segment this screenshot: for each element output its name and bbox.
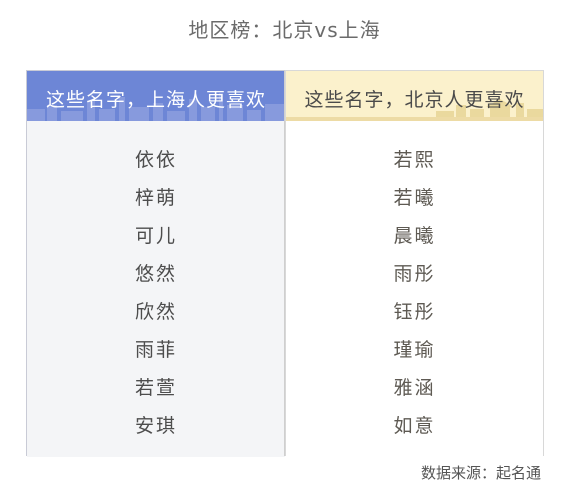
list-item: 欣然 (134, 301, 177, 323)
shanghai-header: 这些名字，上海人更喜欢 (27, 71, 285, 121)
list-item: 依依 (134, 149, 177, 171)
data-source-note: 数据来源：起名通 (420, 464, 541, 482)
list-item: 梓萌 (134, 187, 177, 209)
list-item: 雨彤 (393, 263, 436, 285)
shanghai-header-label: 这些名字，上海人更喜欢 (45, 89, 266, 111)
list-item: 若熙 (393, 149, 436, 171)
list-item: 如意 (393, 415, 436, 437)
ranking-board: 这些名字，上海人更喜欢 依依 梓萌 可儿 悠然 欣然 雨菲 若萱 安琪 这些名字… (26, 70, 544, 457)
list-item: 安琪 (134, 415, 177, 437)
beijing-name-list: 若熙 若曦 晨曦 雨彤 钰彤 瑾瑜 雅涵 如意 (286, 141, 543, 445)
column-divider (284, 70, 285, 456)
beijing-header: 这些名字，北京人更喜欢 (286, 71, 543, 121)
list-item: 瑾瑜 (393, 339, 436, 361)
list-item: 钰彤 (393, 301, 436, 323)
list-item: 雅涵 (393, 377, 436, 399)
list-item: 悠然 (134, 263, 177, 285)
beijing-column: 这些名字，北京人更喜欢 若熙 若曦 晨曦 雨彤 钰彤 瑾瑜 雅涵 如意 (285, 70, 544, 457)
beijing-name-list-area: 若熙 若曦 晨曦 雨彤 钰彤 瑾瑜 雅涵 如意 (286, 121, 543, 457)
list-item: 若萱 (134, 377, 177, 399)
beijing-header-label: 这些名字，北京人更喜欢 (304, 89, 525, 111)
list-item: 雨菲 (134, 339, 177, 361)
shanghai-name-list-area: 依依 梓萌 可儿 悠然 欣然 雨菲 若萱 安琪 (27, 121, 285, 457)
shanghai-column: 这些名字，上海人更喜欢 依依 梓萌 可儿 悠然 欣然 雨菲 若萱 安琪 (26, 70, 285, 457)
shanghai-name-list: 依依 梓萌 可儿 悠然 欣然 雨菲 若萱 安琪 (27, 141, 285, 445)
list-item: 晨曦 (393, 225, 436, 247)
list-item: 可儿 (134, 225, 177, 247)
list-item: 若曦 (393, 187, 436, 209)
page-title: 地区榜：北京vs上海 (188, 18, 381, 42)
